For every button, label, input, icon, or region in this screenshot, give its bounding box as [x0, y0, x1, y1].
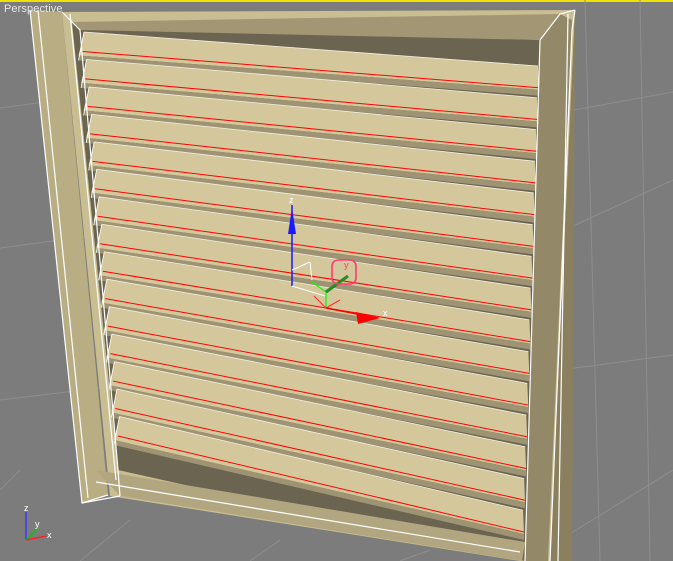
tripod-z-label: z: [24, 503, 29, 513]
gizmo-x-label: x: [383, 308, 388, 318]
perspective-viewport[interactable]: z y x z y x Perspective: [0, 0, 673, 561]
tripod-y-label: y: [35, 519, 40, 529]
tripod-x-label: x: [47, 530, 52, 540]
gizmo-y-label: y: [344, 260, 349, 270]
viewport-label[interactable]: Perspective: [4, 3, 63, 15]
view-axis-tripod: z y x: [24, 503, 52, 541]
viewport-scene[interactable]: z y x z y x: [0, 0, 673, 561]
gizmo-z-label: z: [289, 195, 294, 205]
